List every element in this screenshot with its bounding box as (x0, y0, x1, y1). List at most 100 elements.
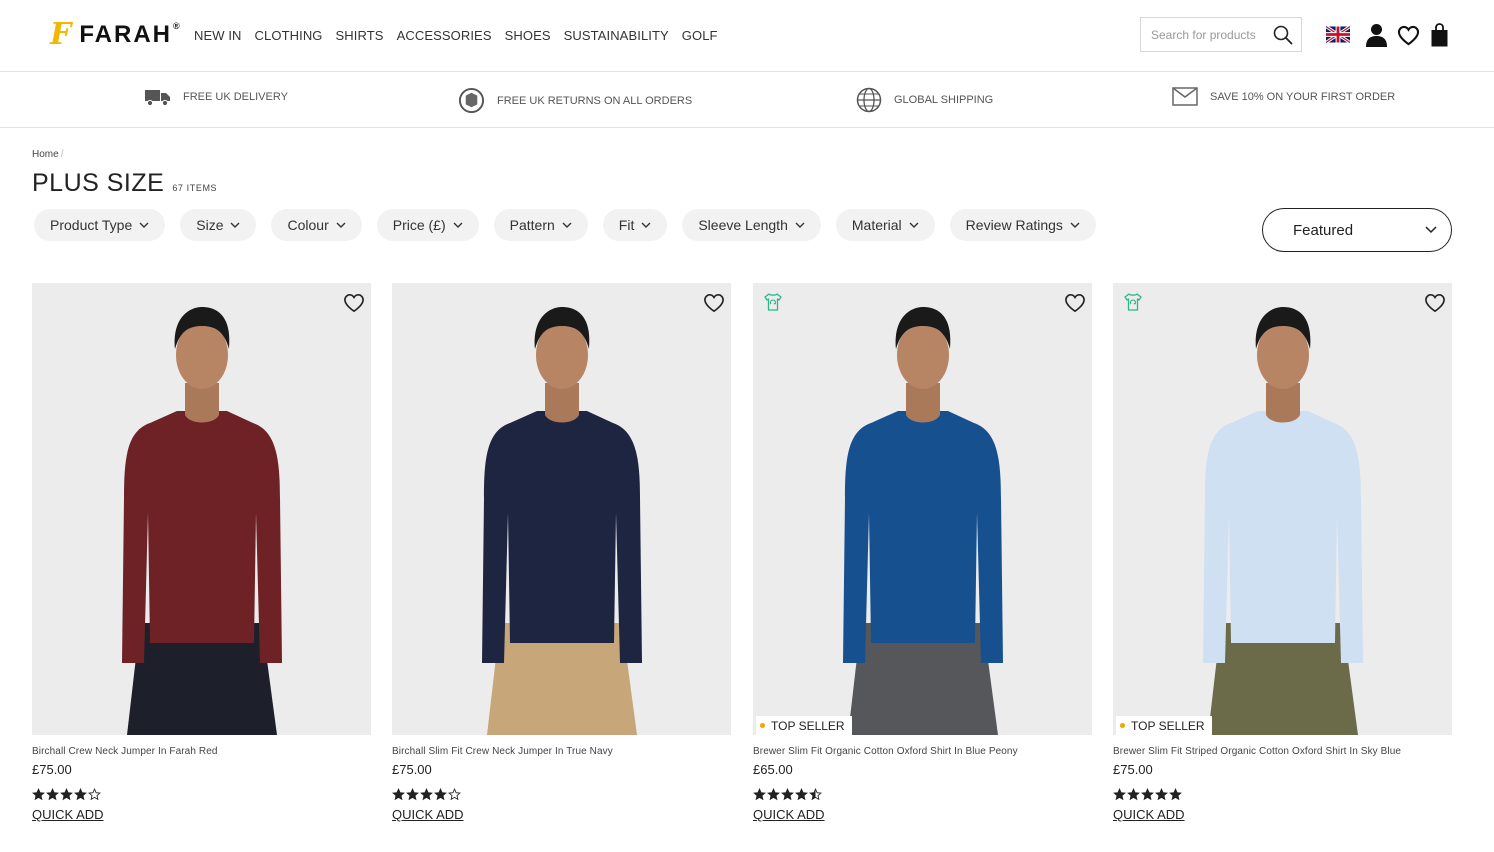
delivery-truck-icon (145, 90, 170, 107)
product-name[interactable]: Brewer Slim Fit Striped Organic Cotton O… (1113, 746, 1452, 757)
filter-fit[interactable]: Fit (602, 209, 668, 241)
rating-star-icon (1169, 788, 1182, 801)
uk-flag-icon[interactable] (1325, 25, 1351, 48)
usp-shipping-label: GLOBAL SHIPPING (894, 94, 994, 106)
nav-shoes[interactable]: SHOES (505, 28, 551, 43)
usp-discount-label: SAVE 10% ON YOUR FIRST ORDER (1210, 90, 1396, 103)
search-input[interactable] (1141, 18, 1279, 51)
chevron-down-icon (336, 222, 346, 228)
envelope-icon (1172, 87, 1198, 106)
filter-review-ratings[interactable]: Review Ratings (949, 209, 1096, 241)
chevron-down-icon (562, 222, 572, 228)
rating-star-icon (406, 788, 419, 801)
chevron-down-icon (139, 222, 149, 228)
rating-star-icon (448, 788, 461, 801)
breadcrumb: Home / (32, 149, 64, 160)
product-name[interactable]: Brewer Slim Fit Organic Cotton Oxford Sh… (753, 746, 1092, 757)
rating-star-icon (88, 788, 101, 801)
product-card[interactable]: Birchall Slim Fit Crew Neck Jumper In Tr… (392, 283, 731, 824)
nav-golf[interactable]: GOLF (682, 28, 718, 43)
globe-icon (856, 87, 882, 113)
product-rating (753, 788, 1092, 801)
nav-accessories[interactable]: ACCESSORIES (397, 28, 492, 43)
filter-pattern[interactable]: Pattern (493, 209, 588, 241)
chevron-down-icon (453, 222, 463, 228)
product-rating (392, 788, 731, 801)
usp-returns-label: FREE UK RETURNS ON ALL ORDERS (497, 94, 693, 107)
rating-star-icon (46, 788, 59, 801)
product-price: £75.00 (1113, 762, 1153, 777)
nav-sustainability[interactable]: SUSTAINABILITY (564, 28, 669, 43)
usp-bar: FREE UK DELIVERY FREE UK RETURNS ON ALL … (0, 72, 1494, 128)
rating-star-icon (753, 788, 766, 801)
quick-add-link[interactable]: QUICK ADD (1113, 807, 1185, 822)
returns-icon (458, 87, 485, 114)
wishlist-heart-icon[interactable] (703, 293, 725, 318)
page-heading: PLUS SIZE (32, 169, 165, 197)
breadcrumb-home[interactable]: Home (32, 149, 59, 160)
search-box (1140, 17, 1302, 52)
usp-shipping: GLOBAL SHIPPING (856, 87, 993, 113)
chevron-down-icon (641, 222, 651, 228)
rating-star-icon (420, 788, 433, 801)
quick-add-link[interactable]: QUICK ADD (392, 807, 464, 822)
product-name[interactable]: Birchall Crew Neck Jumper In Farah Red (32, 746, 371, 757)
rating-star-icon (32, 788, 45, 801)
usp-delivery-label: FREE UK DELIVERY (183, 91, 288, 103)
product-card[interactable]: Birchall Crew Neck Jumper In Farah Red £7… (32, 283, 371, 824)
wishlist-heart-icon[interactable] (1064, 293, 1086, 318)
product-image[interactable]: TOP SELLER (1113, 283, 1452, 735)
product-name[interactable]: Birchall Slim Fit Crew Neck Jumper In Tr… (392, 746, 731, 757)
usp-discount: SAVE 10% ON YOUR FIRST ORDER (1172, 87, 1395, 106)
rating-star-icon (767, 788, 780, 801)
account-icon[interactable] (1366, 23, 1387, 52)
product-price: £75.00 (392, 762, 432, 777)
item-count: 67 ITEMS (172, 183, 218, 193)
quick-add-link[interactable]: QUICK ADD (32, 807, 104, 822)
badge-dot-icon (1120, 723, 1125, 728)
rating-star-icon (1141, 788, 1154, 801)
product-rating (32, 788, 371, 801)
product-image[interactable] (392, 283, 731, 735)
quick-add-link[interactable]: QUICK ADD (753, 807, 825, 822)
chevron-down-icon (909, 222, 919, 228)
filter-material[interactable]: Material (835, 209, 935, 241)
chevron-down-icon (230, 222, 240, 228)
product-card[interactable]: TOP SELLER Brewer Slim Fit Organic Cotton… (753, 283, 1092, 824)
badge-dot-icon (760, 723, 765, 728)
product-price: £65.00 (753, 762, 793, 777)
nav-shirts[interactable]: SHIRTS (336, 28, 384, 43)
wishlist-icon[interactable] (1397, 25, 1420, 51)
bag-icon[interactable] (1431, 23, 1448, 52)
filter-sleeve-length[interactable]: Sleeve Length (682, 209, 821, 241)
top-seller-badge: TOP SELLER (756, 716, 852, 735)
farah-logo[interactable]: F FARAH® (50, 20, 182, 50)
wishlist-heart-icon[interactable] (343, 293, 365, 318)
top-seller-badge: TOP SELLER (1116, 716, 1212, 735)
nav-clothing[interactable]: CLOTHING (255, 28, 323, 43)
sort-select[interactable]: Featured (1262, 208, 1452, 252)
organic-tshirt-icon (1123, 292, 1143, 317)
filter-size[interactable]: Size (180, 209, 257, 241)
rating-star-icon (1113, 788, 1126, 801)
sort-selected-value: Featured (1293, 221, 1354, 239)
filter-price[interactable]: Price (£) (376, 209, 479, 241)
chevron-down-icon (795, 222, 805, 228)
product-image[interactable]: TOP SELLER (753, 283, 1092, 735)
rating-star-icon (1127, 788, 1140, 801)
filter-product-type[interactable]: Product Type (34, 209, 166, 241)
usp-returns: FREE UK RETURNS ON ALL ORDERS (458, 87, 692, 114)
filter-colour[interactable]: Colour (271, 209, 362, 241)
wishlist-heart-icon[interactable] (1424, 293, 1446, 318)
product-image[interactable] (32, 283, 371, 735)
product-price: £75.00 (32, 762, 72, 777)
product-rating (1113, 788, 1452, 801)
rating-star-icon (60, 788, 73, 801)
product-card[interactable]: TOP SELLER Brewer Slim Fit Striped Organi… (1113, 283, 1452, 824)
search-icon[interactable] (1273, 25, 1293, 50)
page-title: PLUS SIZE 67 ITEMS (32, 169, 217, 198)
chevron-down-icon (1070, 222, 1080, 228)
nav-new-in[interactable]: NEW IN (194, 28, 242, 43)
rating-star-icon (781, 788, 794, 801)
rating-star-icon (809, 788, 822, 801)
